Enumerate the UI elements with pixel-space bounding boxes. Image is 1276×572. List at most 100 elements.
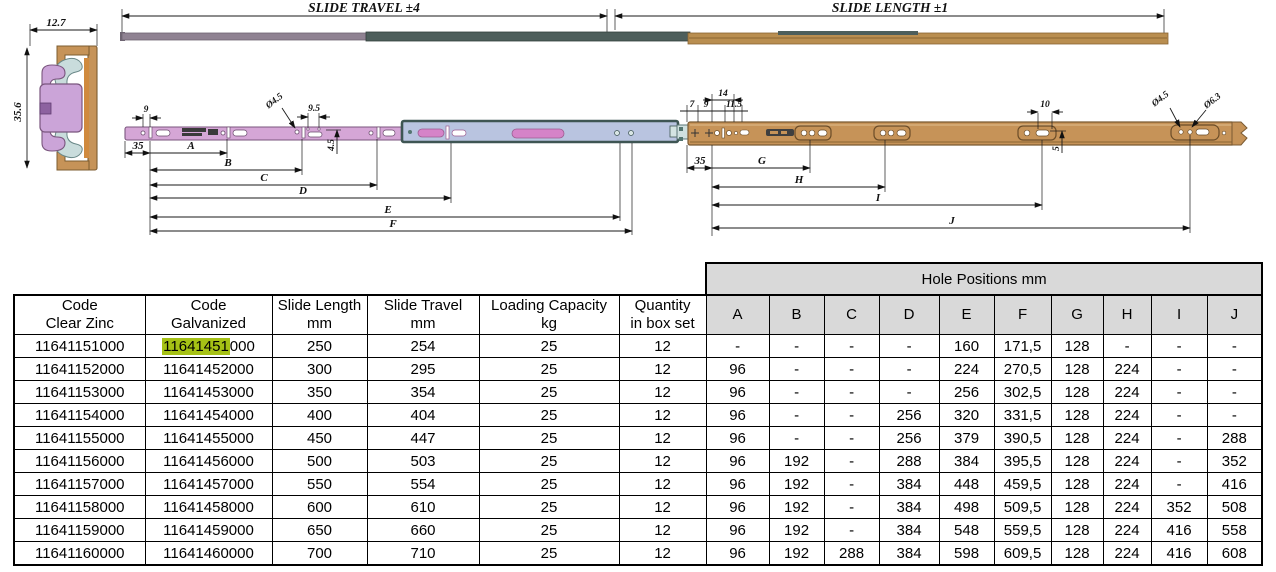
col-header-code-galvanized: CodeGalvanized [145,295,272,335]
cell-hole-B: - [769,358,824,381]
cell-hole-G: 128 [1051,335,1103,358]
cell-hole-A: 96 [706,450,769,473]
hole-positions-band: Hole Positions mm [14,263,1262,295]
cell-hole-A: 96 [706,427,769,450]
dim-5: 5 [1052,146,1062,151]
cell-hole-A: 96 [706,381,769,404]
cell-hole-H: 224 [1103,542,1151,566]
dim-cross-height: 35.6 [12,102,24,123]
cell-hole-J: - [1207,335,1262,358]
cell-hole-D: - [879,335,939,358]
dim-10: 10 [1040,100,1050,110]
cell-hole-E: 598 [939,542,994,566]
table-header-row: CodeClear Zinc CodeGalvanized Slide Leng… [14,295,1262,335]
dim-14: 14 [718,89,728,99]
col-header-J: J [1207,295,1262,335]
cell-hole-B: 192 [769,450,824,473]
table-row: 1164115700011641457000550554251296192-38… [14,473,1262,496]
cell-hole-C: - [824,519,879,542]
dim-7: 7 [690,100,696,110]
cell-loading-capacity: 25 [479,496,619,519]
hole-positions-header: Hole Positions mm [706,263,1262,295]
cell-quantity: 12 [619,519,706,542]
dim-hole-dia-large: Ø6.3 [1202,92,1224,112]
cell-code-galvanized: 11641456000 [145,450,272,473]
cell-quantity: 12 [619,404,706,427]
col-header-E: E [939,295,994,335]
cell-hole-D: 288 [879,450,939,473]
dim-F: F [388,218,397,230]
cell-hole-B: - [769,335,824,358]
cell-quantity: 12 [619,473,706,496]
cell-slide-travel: 354 [367,381,479,404]
cell-hole-C: - [824,427,879,450]
cell-hole-G: 128 [1051,519,1103,542]
cell-slide-travel: 447 [367,427,479,450]
cell-hole-H: 224 [1103,427,1151,450]
cell-hole-F: 395,5 [994,450,1051,473]
highlighted-code: 11641451 [162,338,230,355]
dim-B: B [223,157,231,169]
cell-hole-I: - [1151,473,1207,496]
table-row: 1164115200011641452000300295251296---224… [14,358,1262,381]
cell-code-clear-zinc: 11641157000 [14,473,145,496]
cell-hole-F: 171,5 [994,335,1051,358]
cell-slide-travel: 660 [367,519,479,542]
dim-G: G [758,155,766,167]
cell-hole-C: - [824,496,879,519]
cell-quantity: 12 [619,542,706,566]
cell-code-clear-zinc: 11641160000 [14,542,145,566]
cell-hole-J: 608 [1207,542,1262,566]
cell-hole-G: 128 [1051,496,1103,519]
cell-hole-F: 302,5 [994,381,1051,404]
cell-slide-travel: 404 [367,404,479,427]
slide-travel-label: SLIDE TRAVEL ±4 [308,0,420,15]
dim-J: J [948,215,955,227]
table-row: 1164115900011641459000650660251296192-38… [14,519,1262,542]
technical-drawing: 12.7 35.6 SLIDE TRAVEL ±4 SLIDE LENGTH ±… [0,0,1276,262]
table-row: 1164115300011641453000350354251296---256… [14,381,1262,404]
cell-hole-D: 256 [879,404,939,427]
cell-hole-F: 509,5 [994,496,1051,519]
table-row: 1164115400011641454000400404251296--2563… [14,404,1262,427]
cell-hole-J: - [1207,381,1262,404]
table-row: 1164115500011641455000450447251296--2563… [14,427,1262,450]
cell-hole-E: 448 [939,473,994,496]
cell-hole-J: - [1207,358,1262,381]
cell-hole-I: - [1151,381,1207,404]
dim-9: 9 [704,100,709,110]
cell-hole-B: 192 [769,496,824,519]
col-header-F: F [994,295,1051,335]
cell-hole-J: 508 [1207,496,1262,519]
cell-hole-E: 548 [939,519,994,542]
cell-hole-G: 128 [1051,381,1103,404]
cell-hole-A: 96 [706,519,769,542]
col-header-code-clear-zinc: CodeClear Zinc [14,295,145,335]
cell-quantity: 12 [619,450,706,473]
cross-section-view: 12.7 35.6 [12,17,97,170]
col-header-I: I [1151,295,1207,335]
dim-D: D [298,185,307,197]
cell-hole-D: 384 [879,542,939,566]
col-header-loading-capacity: Loading Capacitykg [479,295,619,335]
cell-hole-H: 224 [1103,473,1151,496]
top-view-inner-bar [122,33,368,40]
table-row: 1164115800011641458000600610251296192-38… [14,496,1262,519]
cell-hole-B: 192 [769,519,824,542]
cell-hole-C: 288 [824,542,879,566]
cell-slide-length: 500 [272,450,367,473]
cell-hole-E: 224 [939,358,994,381]
cell-hole-G: 128 [1051,473,1103,496]
cell-hole-J: 352 [1207,450,1262,473]
dim-slot-spacing: 9.5 [308,104,320,114]
dim-C: C [260,172,268,184]
slide-length-label: SLIDE LENGTH ±1 [832,0,948,15]
cell-code-galvanized: 11641458000 [145,496,272,519]
cell-code-clear-zinc: 11641155000 [14,427,145,450]
spec-table: Hole Positions mm CodeClear Zinc CodeGal… [13,262,1263,566]
cell-hole-E: 498 [939,496,994,519]
cell-slide-length: 700 [272,542,367,566]
cell-hole-C: - [824,404,879,427]
cell-loading-capacity: 25 [479,473,619,496]
cell-slide-length: 350 [272,381,367,404]
